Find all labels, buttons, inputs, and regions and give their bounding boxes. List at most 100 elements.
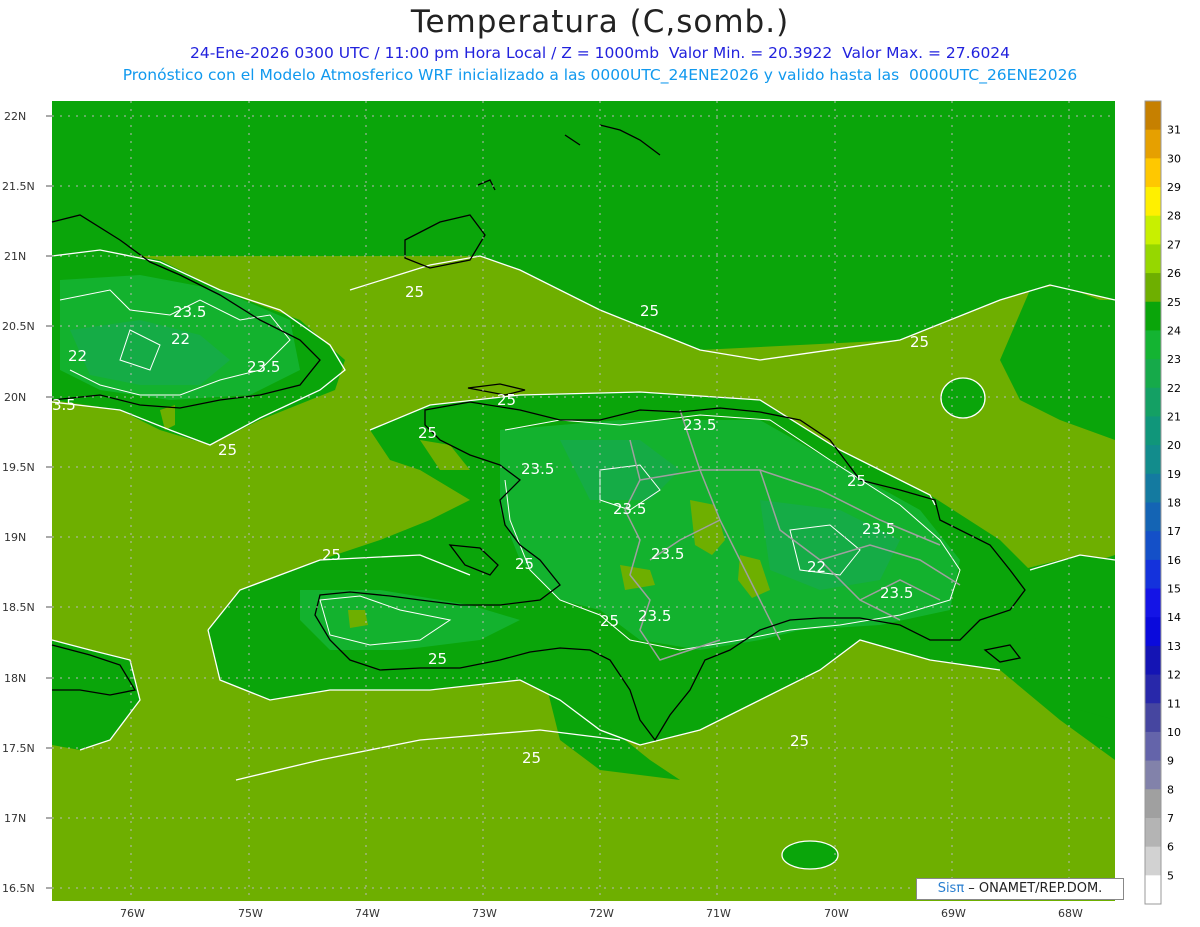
credit-pi-icon: π <box>956 881 965 896</box>
latitude-labels: 22N 21.5N 21N 20.5N 20N 19.5N 19N 18.5N … <box>2 110 35 895</box>
colorbar-swatch <box>1145 674 1161 704</box>
colorbar-swatch <box>1145 330 1161 360</box>
contour-label: 25 <box>515 555 534 573</box>
colorbar-swatch <box>1145 387 1161 417</box>
contour-label: 25 <box>418 424 437 442</box>
colorbar-label: 5 <box>1167 869 1174 882</box>
lat-label: 16.5N <box>2 882 35 895</box>
colorbar-label: 18 <box>1167 497 1181 510</box>
lat-label: 18.5N <box>2 601 35 614</box>
colorbar-swatch <box>1145 559 1161 590</box>
colorbar-label: 23 <box>1167 353 1181 366</box>
lat-label: 21.5N <box>2 180 35 193</box>
colorbar-label: 19 <box>1167 468 1181 481</box>
contour-label: 23.5 <box>651 545 684 563</box>
colorbar-label: 9 <box>1167 755 1174 768</box>
contour-label: 25 <box>790 732 809 750</box>
colorbar: 31 30 29 28 27 26 25 24 23 22 21 20 19 18 17 16 15 14 13 12… <box>1145 101 1181 905</box>
contour-label: 25 <box>322 546 341 564</box>
colorbar-swatch <box>1145 846 1161 876</box>
colorbar-label: 26 <box>1167 267 1181 280</box>
colorbar-swatch <box>1145 359 1161 389</box>
lat-label: 20.5N <box>2 320 35 333</box>
colorbar-label: 6 <box>1167 841 1174 854</box>
lon-label: 70W <box>824 907 849 920</box>
colorbar-label: 22 <box>1167 382 1181 395</box>
lon-label: 75W <box>238 907 263 920</box>
contour-label: 23.5 <box>613 500 646 518</box>
colorbar-swatch <box>1145 445 1161 475</box>
lon-label: 71W <box>706 907 731 920</box>
colorbar-label: 13 <box>1167 640 1181 653</box>
lat-label: 19.5N <box>2 461 35 474</box>
colorbar-swatch <box>1145 158 1161 188</box>
lat-label: 19N <box>4 531 26 544</box>
colorbar-label: 30 <box>1167 152 1181 165</box>
colorbar-label: 17 <box>1167 525 1181 538</box>
credit-box: Sisπ – ONAMET/REP.DOM. <box>916 878 1124 900</box>
lat-label: 22N <box>4 110 26 123</box>
contour-label: 22 <box>68 347 87 365</box>
lon-label: 76W <box>120 907 145 920</box>
lon-label: 73W <box>472 907 497 920</box>
contour-label: 3.5 <box>52 396 76 414</box>
colorbar-swatch <box>1145 760 1161 790</box>
lat-label: 20N <box>4 391 26 404</box>
lon-label: 68W <box>1058 907 1083 920</box>
colorbar-label: 24 <box>1167 324 1181 337</box>
contour-label: 25 <box>847 472 866 490</box>
contour-label: 25 <box>405 283 424 301</box>
colorbar-swatch <box>1145 588 1161 618</box>
colorbar-label: 12 <box>1167 669 1181 682</box>
colorbar-label: 20 <box>1167 439 1181 452</box>
colorbar-label: 25 <box>1167 296 1181 309</box>
contour-label: 23.5 <box>247 358 280 376</box>
colorbar-label: 10 <box>1167 726 1181 739</box>
credit-text: – ONAMET/REP.DOM. <box>964 881 1103 896</box>
colorbar-swatch <box>1145 273 1161 303</box>
colorbar-label: 29 <box>1167 181 1181 194</box>
colorbar-swatch <box>1145 817 1161 848</box>
colorbar-label: 14 <box>1167 611 1181 624</box>
contour-label: 22 <box>171 330 190 348</box>
contour-label: 25 <box>497 391 516 409</box>
lat-label: 17.5N <box>2 742 35 755</box>
colorbar-swatch <box>1145 129 1161 159</box>
credit-sis: Sis <box>937 881 957 896</box>
longitude-labels: 76W 75W 74W 73W 72W 71W 70W 69W 68W <box>120 907 1083 920</box>
colorbar-label: 15 <box>1167 583 1181 596</box>
colorbar-swatch <box>1145 244 1161 274</box>
colorbar-label: 27 <box>1167 238 1181 251</box>
colorbar-swatch <box>1145 101 1161 131</box>
contour-label: 23.5 <box>638 607 671 625</box>
colorbar-swatch <box>1145 645 1161 676</box>
latitude-ticks <box>46 115 52 889</box>
lat-label: 17N <box>4 812 26 825</box>
colorbar-label: 16 <box>1167 554 1181 567</box>
colorbar-label: 7 <box>1167 812 1174 825</box>
contour-label: 23.5 <box>173 303 206 321</box>
contour-label: 25 <box>522 749 541 767</box>
colorbar-label: 11 <box>1167 697 1181 710</box>
contour-label: 25 <box>600 612 619 630</box>
colorbar-swatch <box>1145 416 1161 446</box>
colorbar-swatch <box>1145 187 1161 217</box>
contour-label: 25 <box>640 302 659 320</box>
colorbar-swatch <box>1145 215 1161 245</box>
contour-label: 25 <box>910 333 929 351</box>
colorbar-label: 31 <box>1167 124 1181 137</box>
colorbar-swatch <box>1145 473 1161 503</box>
colorbar-swatch <box>1145 789 1161 819</box>
lon-label: 72W <box>589 907 614 920</box>
colorbar-swatch <box>1145 301 1161 331</box>
lon-label: 74W <box>355 907 380 920</box>
lat-label: 18N <box>4 672 26 685</box>
colorbar-swatch <box>1145 502 1161 532</box>
colorbar-label: 8 <box>1167 783 1174 796</box>
contour-label: 23.5 <box>521 460 554 478</box>
colorbar-label: 21 <box>1167 410 1181 423</box>
colorbar-swatch <box>1145 731 1161 762</box>
colorbar-swatch <box>1145 875 1161 905</box>
temperature-map: 25 25 25 25 25 25 25 25 25 25 25 25 25 2… <box>2 100 1181 920</box>
contour-label: 23.5 <box>880 584 913 602</box>
